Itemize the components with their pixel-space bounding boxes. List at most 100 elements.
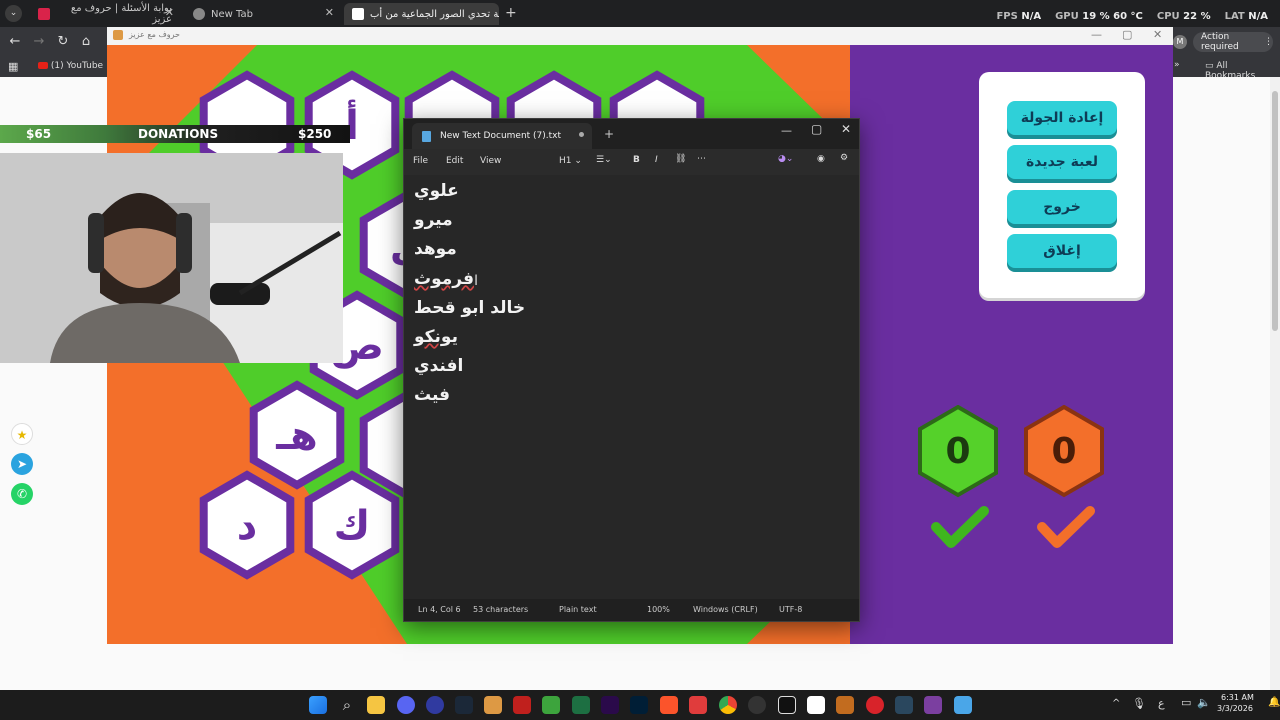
app-icon[interactable] bbox=[866, 696, 884, 714]
lat-stat: LAT N/A bbox=[1225, 11, 1268, 22]
file-explorer-icon[interactable] bbox=[367, 696, 385, 714]
chrome-icon[interactable] bbox=[719, 696, 737, 714]
notepad-status-bar: Ln 4, Col 6 53 characters Plain text 100… bbox=[404, 599, 859, 621]
clock-date[interactable]: 3/3/2026 bbox=[1217, 704, 1253, 713]
account-icon[interactable]: ◉ bbox=[817, 154, 825, 164]
bell-icon[interactable]: 🔔 bbox=[1268, 697, 1280, 708]
italic-icon[interactable]: I bbox=[655, 155, 658, 165]
app-icon[interactable] bbox=[836, 696, 854, 714]
volume-icon[interactable]: 🔈 bbox=[1197, 696, 1211, 709]
game-window-title: حروف مع عزيز bbox=[129, 30, 180, 39]
action-required-label: Action required bbox=[1201, 32, 1239, 52]
close-button[interactable]: إغلاق bbox=[1007, 234, 1117, 268]
webcam-image bbox=[0, 153, 343, 363]
app-icon[interactable] bbox=[807, 696, 825, 714]
profile-avatar[interactable]: M bbox=[1173, 35, 1187, 49]
chevron-up-icon[interactable]: ^ bbox=[1112, 698, 1120, 709]
text-cursor-icon: I bbox=[474, 273, 479, 289]
add-tab-icon[interactable]: + bbox=[604, 127, 614, 141]
obs-icon[interactable] bbox=[748, 696, 766, 714]
clock-time[interactable]: 6:31 AM bbox=[1221, 693, 1254, 702]
menu-file[interactable]: File bbox=[413, 156, 428, 166]
search-icon[interactable]: ⌕ bbox=[338, 696, 356, 714]
folder-icon: ▭ bbox=[1205, 61, 1214, 71]
text-line: ميرو bbox=[414, 210, 859, 236]
start-icon[interactable] bbox=[309, 696, 327, 714]
tab-label: بوابة الأسئلة | حروف مع عزيز bbox=[70, 3, 172, 25]
photoshop-icon[interactable] bbox=[630, 696, 648, 714]
minimize-icon[interactable]: — bbox=[1091, 28, 1102, 41]
restart-round-button[interactable]: إعادة الجولة bbox=[1007, 101, 1117, 135]
tab-favicon-icon bbox=[38, 8, 50, 20]
back-icon[interactable]: ← bbox=[7, 34, 23, 50]
gpu-stat: GPU 19 % 60 °C bbox=[1055, 11, 1143, 22]
star-icon[interactable]: ★ bbox=[11, 423, 33, 445]
action-required-button[interactable]: Action required ⋮ bbox=[1193, 32, 1273, 52]
steam-icon[interactable] bbox=[455, 696, 473, 714]
exit-button[interactable]: خروج bbox=[1007, 190, 1117, 224]
steam-icon[interactable] bbox=[895, 696, 913, 714]
minimize-icon[interactable]: — bbox=[781, 124, 792, 137]
maximize-icon[interactable]: ▢ bbox=[811, 122, 822, 136]
maximize-icon[interactable]: ▢ bbox=[1122, 28, 1132, 41]
premiere-icon[interactable] bbox=[601, 696, 619, 714]
notepad-icon bbox=[422, 131, 431, 142]
scrollbar-thumb[interactable] bbox=[1272, 91, 1278, 331]
tab-search-button[interactable]: ⌄ bbox=[5, 5, 22, 22]
link-icon[interactable]: ⛓ bbox=[675, 154, 686, 164]
network-icon[interactable]: ▭ bbox=[1181, 696, 1191, 709]
chevron-right-icon[interactable]: » bbox=[1174, 60, 1180, 70]
home-icon[interactable]: ⌂ bbox=[78, 34, 94, 50]
notepad-icon[interactable] bbox=[954, 696, 972, 714]
app-icon[interactable] bbox=[542, 696, 560, 714]
app-icon[interactable] bbox=[426, 696, 444, 714]
line-text: يونكو bbox=[414, 327, 458, 347]
heading-label: H1 bbox=[559, 156, 572, 166]
game-menu-card: إعادة الجولة لعبة جديدة خروج إغلاق bbox=[979, 72, 1145, 298]
forward-icon[interactable]: → bbox=[31, 34, 47, 50]
new-game-button[interactable]: لعبة جديدة bbox=[1007, 145, 1117, 179]
tab-new[interactable]: New Tab ✕ bbox=[185, 3, 340, 25]
close-icon[interactable]: ✕ bbox=[165, 6, 174, 19]
brave-icon[interactable] bbox=[660, 696, 678, 714]
gear-icon[interactable]: ⚙ bbox=[840, 153, 848, 163]
discord-icon[interactable] bbox=[397, 696, 415, 714]
heading-dropdown[interactable]: H1 ⌄ bbox=[559, 156, 582, 166]
copilot-icon[interactable]: ◕⌄ bbox=[778, 154, 793, 164]
mic-icon[interactable]: 🎙 bbox=[1132, 697, 1146, 710]
whatsapp-icon[interactable]: ✆ bbox=[11, 483, 33, 505]
app-icon[interactable] bbox=[924, 696, 942, 714]
new-tab-button[interactable]: + bbox=[505, 5, 517, 21]
performance-overlay: FPS N/A GPU 19 % 60 °C CPU 22 % LAT N/A bbox=[996, 11, 1268, 22]
app-icon[interactable] bbox=[484, 696, 502, 714]
menu-view[interactable]: View bbox=[480, 156, 501, 166]
list-icon[interactable]: ☰⌄ bbox=[596, 155, 612, 165]
cpu-stat: CPU 22 % bbox=[1157, 11, 1211, 22]
close-icon[interactable]: ✕ bbox=[325, 6, 334, 19]
menu-edit[interactable]: Edit bbox=[446, 156, 463, 166]
app-icon[interactable] bbox=[513, 696, 531, 714]
line-text: خالد ابو قحط bbox=[414, 298, 526, 318]
app-icon[interactable] bbox=[689, 696, 707, 714]
bold-icon[interactable]: B bbox=[633, 155, 640, 165]
close-icon[interactable]: ✕ bbox=[1153, 28, 1162, 41]
more-icon[interactable]: ⋯ bbox=[697, 154, 706, 164]
tab-game[interactable]: لعبة تحدي الصور الجماعية من أب bbox=[344, 3, 499, 25]
language-indicator[interactable]: ع bbox=[1158, 697, 1165, 710]
status-characters: 53 characters bbox=[473, 605, 529, 614]
fps-stat: FPS N/A bbox=[996, 11, 1041, 22]
reload-icon[interactable]: ↻ bbox=[55, 34, 71, 50]
capcut-icon[interactable] bbox=[778, 696, 796, 714]
close-icon[interactable]: ✕ bbox=[841, 122, 851, 136]
telegram-icon[interactable]: ➤ bbox=[11, 453, 33, 475]
notepad-text-area[interactable]: علوي ميرو موهد فرموث خالد ابو قحط يونكو … bbox=[404, 175, 859, 601]
apps-icon[interactable]: ▦ bbox=[8, 60, 18, 73]
bookmark-youtube[interactable]: (1) YouTube bbox=[38, 61, 103, 71]
fps-value: N/A bbox=[1021, 11, 1042, 22]
cpu-value: 22 % bbox=[1183, 11, 1211, 22]
tab-questions[interactable]: بوابة الأسئلة | حروف مع عزيز ✕ bbox=[30, 3, 180, 25]
line-text: فيث bbox=[414, 385, 451, 405]
excel-icon[interactable] bbox=[572, 696, 590, 714]
scrollbar[interactable] bbox=[1270, 77, 1280, 690]
notepad-tab[interactable]: New Text Document (7).txt bbox=[412, 123, 592, 149]
